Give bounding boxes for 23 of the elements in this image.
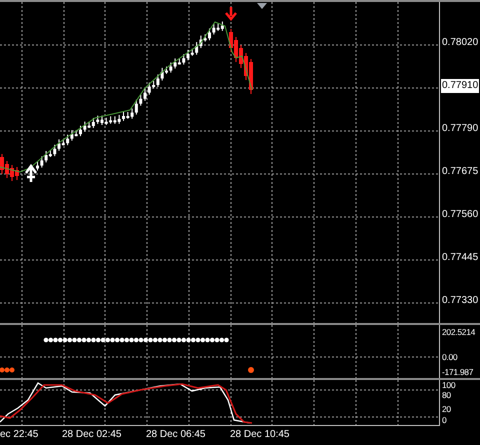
time-label: 28 Dec 02:45	[62, 428, 122, 442]
oscillator-label: 100	[441, 380, 456, 390]
sell-dots-drawing	[0, 368, 14, 372]
price-label: 0.78020	[441, 36, 480, 50]
time-label: 28 Dec 06:45	[146, 428, 206, 442]
time-label: ec 22:45	[0, 428, 38, 442]
up-arrow-icon	[24, 164, 38, 184]
price-label: 0.77445	[441, 251, 480, 265]
shift-marker-icon	[257, 3, 267, 9]
oscillator-label: 80	[441, 390, 452, 400]
price-label: 0.77330	[441, 294, 480, 308]
price-label: 0.77560	[441, 208, 480, 222]
indicator-label: -171.987	[441, 367, 474, 377]
time-label: 28 Dec 10:45	[230, 428, 290, 442]
oscillator-label: 20	[441, 404, 452, 414]
indicator-label: 0.00	[441, 352, 458, 362]
price-label: 0.77910	[441, 79, 480, 93]
price-label: 0.77790	[441, 122, 480, 136]
indicator-label: 202.5214	[441, 327, 476, 337]
down-arrow-icon	[224, 6, 238, 21]
sell-dot-icon	[248, 367, 254, 373]
price-label: 0.77675	[441, 165, 480, 179]
oscillator-label: 0	[441, 415, 448, 425]
